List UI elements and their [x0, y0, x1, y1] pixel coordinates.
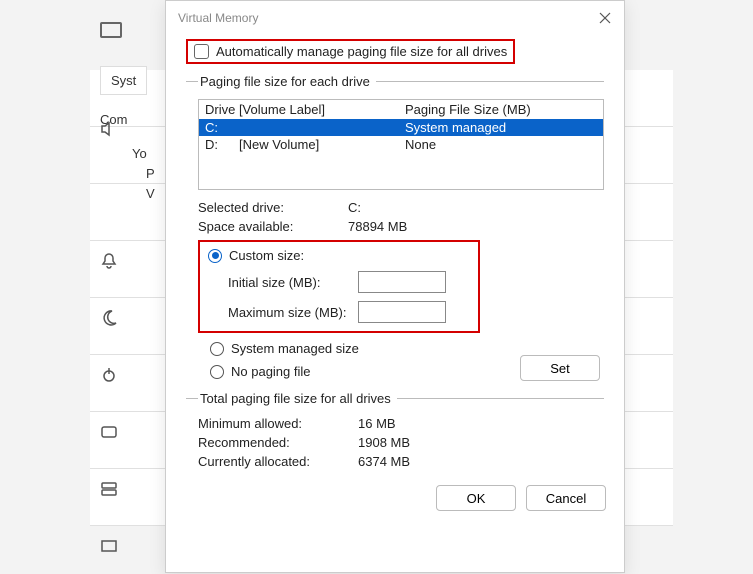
close-icon	[599, 12, 611, 24]
initial-size-input[interactable]	[358, 271, 446, 293]
bg-p-label: P	[146, 166, 155, 181]
space-available-value: 78894 MB	[348, 219, 407, 234]
cell-size: None	[405, 137, 597, 152]
total-paging-group: Total paging file size for all drives Mi…	[186, 391, 604, 469]
system-managed-radio[interactable]	[210, 342, 224, 356]
virtual-memory-dialog: Virtual Memory Automatically manage pagi…	[165, 0, 625, 573]
set-button[interactable]: Set	[520, 355, 600, 381]
system-managed-label: System managed size	[231, 341, 359, 356]
col-drive: Drive [Volume Label]	[205, 102, 405, 117]
custom-size-label: Custom size:	[229, 248, 304, 263]
speaker-icon	[100, 100, 118, 157]
auto-manage-label: Automatically manage paging file size fo…	[216, 44, 507, 59]
custom-size-radio[interactable]	[208, 249, 222, 263]
col-size: Paging File Size (MB)	[405, 102, 597, 117]
table-row[interactable]: C: System managed	[199, 119, 603, 136]
currently-label: Currently allocated:	[198, 454, 358, 469]
recommended-value: 1908 MB	[358, 435, 410, 450]
table-header: Drive [Volume Label] Paging File Size (M…	[199, 100, 603, 119]
close-button[interactable]	[596, 9, 614, 27]
dialog-title: Virtual Memory	[178, 11, 258, 25]
maximum-size-input[interactable]	[358, 301, 446, 323]
placeholder-icon	[100, 403, 118, 460]
table-row[interactable]: D: [New Volume] None	[199, 136, 603, 153]
display-icon	[100, 22, 122, 38]
no-paging-label: No paging file	[231, 364, 311, 379]
cell-drive: C:	[205, 120, 239, 135]
bg-system-label: Syst	[100, 66, 147, 95]
bell-icon	[100, 232, 118, 289]
no-paging-radio[interactable]	[210, 365, 224, 379]
auto-manage-highlight: Automatically manage paging file size fo…	[186, 39, 515, 64]
min-allowed-value: 16 MB	[358, 416, 396, 431]
drive-table[interactable]: Drive [Volume Label] Paging File Size (M…	[198, 99, 604, 190]
custom-size-highlight: Custom size: Initial size (MB): Maximum …	[198, 240, 480, 333]
selected-drive-value: C:	[348, 200, 361, 215]
min-allowed-label: Minimum allowed:	[198, 416, 358, 431]
paging-per-drive-group: Paging file size for each drive Drive [V…	[186, 74, 604, 381]
placeholder-icon	[100, 517, 118, 574]
selected-drive-label: Selected drive:	[198, 200, 348, 215]
moon-icon	[100, 289, 118, 346]
cell-volume	[239, 120, 405, 135]
bg-left-icons	[100, 100, 118, 574]
group-legend: Paging file size for each drive	[198, 74, 376, 89]
maximum-size-label: Maximum size (MB):	[228, 305, 358, 320]
recommended-label: Recommended:	[198, 435, 358, 450]
bg-v-label: V	[146, 186, 155, 201]
cancel-button[interactable]: Cancel	[526, 485, 606, 511]
cell-size: System managed	[405, 120, 597, 135]
storage-icon	[100, 460, 118, 517]
bg-y-label: Yo	[132, 146, 147, 161]
titlebar: Virtual Memory	[166, 1, 624, 35]
ok-button[interactable]: OK	[436, 485, 516, 511]
dialog-footer: OK Cancel	[166, 477, 624, 519]
cell-volume: [New Volume]	[239, 137, 405, 152]
currently-value: 6374 MB	[358, 454, 410, 469]
auto-manage-checkbox[interactable]	[194, 44, 209, 59]
space-available-label: Space available:	[198, 219, 348, 234]
group-legend: Total paging file size for all drives	[198, 391, 397, 406]
power-icon	[100, 346, 118, 403]
initial-size-label: Initial size (MB):	[228, 275, 358, 290]
cell-drive: D:	[205, 137, 239, 152]
